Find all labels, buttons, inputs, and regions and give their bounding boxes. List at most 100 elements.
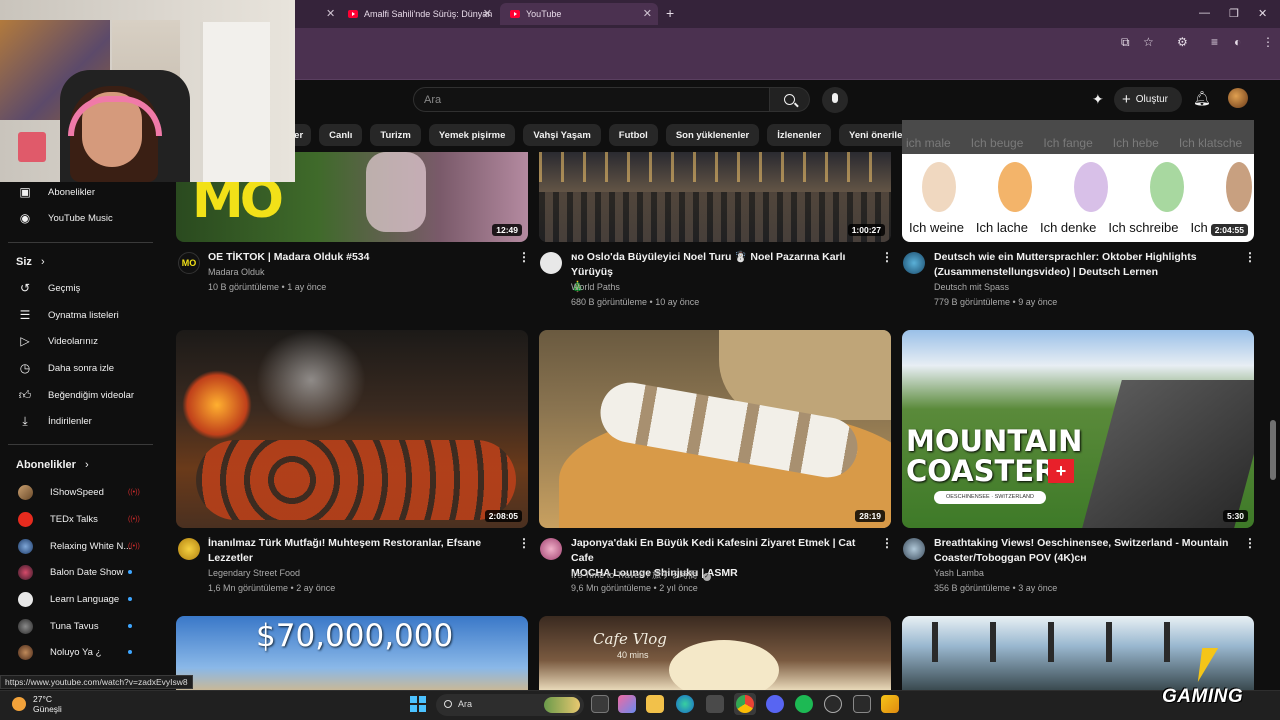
sun-icon[interactable] xyxy=(12,697,26,711)
task-view-icon[interactable] xyxy=(591,695,609,713)
video-thumbnail[interactable]: ich male Ich beuge Ich fange Ich hebe Ic… xyxy=(902,120,1254,242)
video-thumbnail[interactable]: $70,000,000 xyxy=(176,616,528,690)
sidebar-item-youtube-music[interactable]: ◉ YouTube Music xyxy=(18,209,113,227)
taskbar-search[interactable]: Ara xyxy=(436,694,584,716)
sidebar-item-label: YouTube Music xyxy=(48,212,113,224)
subscription-tuna-tavus[interactable]: Tuna Tavus xyxy=(18,617,99,635)
subscription-tedx[interactable]: TEDx Talks xyxy=(18,510,98,528)
page-scrollbar[interactable] xyxy=(1270,420,1276,480)
discord-icon[interactable] xyxy=(766,695,784,713)
new-tab-icon[interactable]: + xyxy=(666,5,674,21)
boy-writing-illustration xyxy=(1150,162,1184,212)
channel-avatar[interactable] xyxy=(903,252,925,274)
video-thumbnail[interactable]: 28:19 xyxy=(539,330,891,528)
chip[interactable]: Canlı xyxy=(319,124,363,146)
chip[interactable]: Son yüklenenler xyxy=(665,124,760,146)
search-button[interactable] xyxy=(770,87,810,112)
video-title[interactable]: OE TİKTOK | Madara Olduk #534 xyxy=(208,250,508,265)
edge-icon[interactable] xyxy=(676,695,694,713)
plus-icon: + xyxy=(1122,91,1131,108)
spotify-icon[interactable] xyxy=(795,695,813,713)
channel-name[interactable]: Madara Olduk xyxy=(208,267,265,277)
chrome-icon[interactable] xyxy=(736,695,754,713)
thumbnail-vlog-sub: 40 mins xyxy=(617,650,649,660)
tab-amalfi[interactable]: Amalfi Sahili'nde Sürüş: Dünyan ✕ xyxy=(338,3,498,25)
cast-icon[interactable]: ✦ xyxy=(1092,91,1108,107)
channel-name[interactable]: Legendary Street Food xyxy=(208,568,300,578)
sidebar-item-subscriptions[interactable]: ▣ Abonelikler xyxy=(18,183,95,201)
history-icon: ↺ xyxy=(19,281,31,295)
chip[interactable]: Futbol xyxy=(608,124,658,146)
copilot-icon[interactable] xyxy=(618,695,636,713)
menu-icon[interactable]: ⋮ xyxy=(1262,35,1274,49)
subscription-learn-language[interactable]: Learn Language xyxy=(18,590,119,608)
video-thumbnail[interactable]: MOUNTAIN COASTER + OESCHINENSEE · SWITZE… xyxy=(902,330,1254,528)
windows-start-icon[interactable] xyxy=(410,696,426,712)
extensions-icon[interactable]: ⚙ xyxy=(1177,35,1188,49)
more-options-icon[interactable]: ⋮ xyxy=(1244,250,1256,264)
video-thumbnail[interactable]: 2:08:05 xyxy=(176,330,528,528)
channel-avatar[interactable] xyxy=(540,252,562,274)
sidebar-item-downloads[interactable]: ⤓ İndirilenler xyxy=(18,412,91,430)
video-title[interactable]: İnanılmaz Türk Mutfağı! Muhteşem Restora… xyxy=(208,536,508,566)
cast-page-icon[interactable]: ⧉ xyxy=(1121,35,1130,50)
sidebar-item-playlists[interactable]: ☰ Oynatma listeleri xyxy=(18,306,119,324)
store-icon[interactable] xyxy=(706,695,724,713)
sidebar-item-label: Videolarınız xyxy=(48,335,98,347)
channel-avatar[interactable] xyxy=(903,538,925,560)
more-options-icon[interactable]: ⋮ xyxy=(1244,536,1256,550)
notifications-bell-icon[interactable]: 🔔︎ xyxy=(1193,90,1211,107)
sidebar-item-watch-later[interactable]: ◷ Daha sonra izle xyxy=(18,359,114,377)
channel-avatar[interactable] xyxy=(540,538,562,560)
close-window-icon[interactable]: ✕ xyxy=(1258,7,1267,20)
obs-icon[interactable] xyxy=(824,695,842,713)
tab-youtube[interactable]: YouTube ✕ xyxy=(500,3,658,25)
weather-widget[interactable]: 27°C Güneşli xyxy=(33,694,62,714)
channel-avatar[interactable]: MO xyxy=(178,252,200,274)
profile-icon[interactable]: ◐ xyxy=(1234,35,1241,49)
minimize-icon[interactable]: — xyxy=(1199,7,1210,19)
close-tab-icon[interactable]: ✕ xyxy=(326,7,335,20)
create-button[interactable]: + Oluştur xyxy=(1114,87,1182,112)
video-thumbnail[interactable]: 1:00:27 xyxy=(539,152,891,242)
sidebar-item-your-videos[interactable]: ▷ Videolarınız xyxy=(18,332,98,350)
account-avatar[interactable] xyxy=(1228,88,1248,108)
chip[interactable]: Vahşi Yaşam xyxy=(523,124,601,146)
chip[interactable]: Turizm xyxy=(370,124,421,146)
duration-badge: 1:00:27 xyxy=(847,224,885,236)
channel-name[interactable]: Yash Lamba xyxy=(934,568,984,578)
maximize-icon[interactable]: ❐ xyxy=(1229,7,1239,20)
media-icon[interactable]: ≡ xyxy=(1211,35,1218,49)
app-icon[interactable] xyxy=(853,695,871,713)
sidebar-item-history[interactable]: ↺ Geçmiş xyxy=(18,279,80,297)
bookmark-star-icon[interactable]: ☆ xyxy=(1143,35,1154,49)
sidebar-item-liked-videos[interactable]: 👍︎ Beğendiğim videolar xyxy=(18,386,134,404)
video-title[interactable]: Deutsch wie ein Muttersprachler: Oktober… xyxy=(934,250,1240,280)
more-options-icon[interactable]: ⋮ xyxy=(518,536,530,550)
video-thumbnail[interactable]: Cafe Vlog 40 mins xyxy=(539,616,891,690)
subscription-balon-date-show[interactable]: Balon Date Show xyxy=(18,563,123,581)
subscription-relaxing-white-noise[interactable]: Relaxing White N... xyxy=(18,537,131,555)
more-options-icon[interactable]: ⋮ xyxy=(881,250,893,264)
app-icon[interactable] xyxy=(881,695,899,713)
you-section-header[interactable]: Siz › xyxy=(16,256,45,268)
file-explorer-icon[interactable] xyxy=(646,695,664,713)
voice-search-button[interactable] xyxy=(822,87,848,113)
video-title[interactable]: Breathtaking Views! Oeschinensee, Switze… xyxy=(934,536,1240,566)
chip[interactable]: İzlenenler xyxy=(767,124,832,146)
more-options-icon[interactable]: ⋮ xyxy=(881,536,893,550)
subscription-ishowspeed[interactable]: IShowSpeed xyxy=(18,483,104,501)
sidebar-item-label: Abonelikler xyxy=(48,186,95,198)
channel-name[interactable]: It's Time to Travelᵍ / 旅する時間 ✓ xyxy=(571,568,711,581)
more-options-icon[interactable]: ⋮ xyxy=(518,250,530,264)
search-input[interactable]: Ara xyxy=(413,87,770,112)
close-tab-icon[interactable]: ✕ xyxy=(643,7,652,20)
channel-name[interactable]: Deutsch mit Spass xyxy=(934,282,1009,292)
close-tab-icon[interactable]: ✕ xyxy=(483,7,492,20)
thumbnail-words: Ich weine Ich lache Ich denke Ich schrei… xyxy=(909,220,1254,235)
channel-name[interactable]: World Paths xyxy=(571,282,620,292)
channel-avatar[interactable] xyxy=(178,538,200,560)
subscription-noluyo-ya[interactable]: Noluyo Ya ¿ xyxy=(18,643,101,661)
subscriptions-section-header[interactable]: Abonelikler › xyxy=(16,459,89,471)
chip[interactable]: Yemek pişirme xyxy=(428,124,516,146)
